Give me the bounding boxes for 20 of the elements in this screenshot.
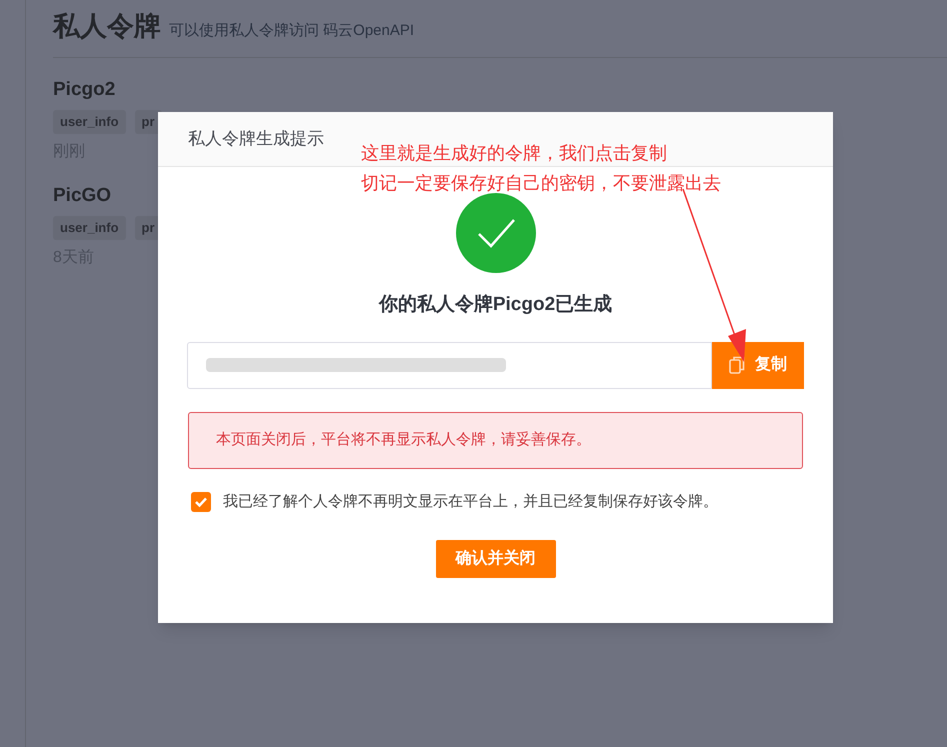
warning-text: 本页面关闭后，平台将不再显示私人令牌，请妥善保存。 xyxy=(216,430,591,450)
success-heading: 你的私人令牌Picgo2已生成 xyxy=(378,293,612,317)
success-check-icon xyxy=(456,193,536,273)
confirm-close-button[interactable]: 确认并关闭 xyxy=(436,540,556,578)
copy-icon xyxy=(729,356,745,374)
copy-button[interactable]: 复制 xyxy=(712,342,804,388)
scope-tag: user_info xyxy=(53,216,126,240)
scope-tag: pr xyxy=(134,110,162,134)
token-name: PicGO xyxy=(53,184,112,208)
token-name: Picgo2 xyxy=(53,78,116,102)
dialog-title: 私人令牌生成提示 xyxy=(188,128,324,150)
scope-tag: user_info xyxy=(53,110,126,134)
page-title: 私人令牌 xyxy=(53,10,161,43)
check-icon xyxy=(194,496,208,508)
annotation-text: 切记一定要保存好自己的密钥，不要泄露出去 xyxy=(361,172,721,195)
token-field[interactable] xyxy=(187,342,712,388)
confirm-checkbox[interactable] xyxy=(191,492,211,512)
page-subtitle: 可以使用私人令牌访问 码云OpenAPI xyxy=(169,21,414,41)
confirm-label[interactable]: 我已经了解个人令牌不再明文显示在平台上，并且已经复制保存好该令牌。 xyxy=(223,490,718,513)
annotation-text: 这里就是生成好的令牌，我们点击复制 xyxy=(361,142,668,165)
